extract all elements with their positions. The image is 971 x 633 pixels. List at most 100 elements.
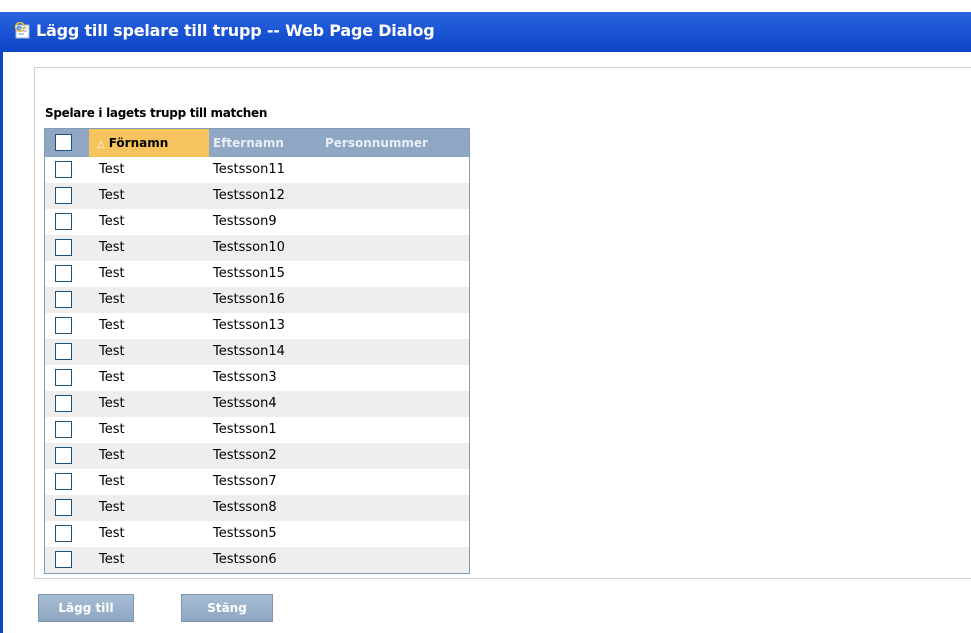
cell-lastname: Testsson16 xyxy=(213,292,285,307)
cell-firstname: Test xyxy=(99,266,125,281)
cell-firstname: Test xyxy=(99,422,125,437)
column-header-lastname[interactable]: Efternamn xyxy=(209,129,319,157)
grid-body: Test Testsson11 Test Testsson12 Test Testsson… xyxy=(45,157,469,573)
row-select-cell xyxy=(45,339,89,365)
header-select-all-cell xyxy=(45,129,89,157)
cell-firstname: Test xyxy=(99,162,125,177)
table-row[interactable]: Test Testsson1 xyxy=(45,417,469,443)
section-heading: Spelare i lagets trupp till matchen xyxy=(45,106,268,120)
row-checkbox[interactable] xyxy=(55,499,72,516)
table-row[interactable]: Test Testsson4 xyxy=(45,391,469,417)
cell-firstname: Test xyxy=(99,500,125,515)
cell-lastname: Testsson13 xyxy=(213,318,285,333)
background-page-strip xyxy=(0,0,971,12)
cell-lastname: Testsson15 xyxy=(213,266,285,281)
cell-personnummer xyxy=(319,183,469,209)
row-checkbox[interactable] xyxy=(55,369,72,386)
cell-firstname: Test xyxy=(99,448,125,463)
row-checkbox[interactable] xyxy=(55,265,72,282)
table-row[interactable]: Test Testsson12 xyxy=(45,183,469,209)
players-grid: △ Förnamn Efternamn Personnummer Test Test… xyxy=(44,128,470,574)
table-row[interactable]: Test Testsson14 xyxy=(45,339,469,365)
cell-lastname: Testsson11 xyxy=(213,162,285,177)
row-select-cell xyxy=(45,495,89,521)
dialog-title: Lägg till spelare till trupp -- Web Page… xyxy=(36,21,435,40)
cell-lastname: Testsson10 xyxy=(213,240,285,255)
row-checkbox[interactable] xyxy=(55,187,72,204)
ie-page-icon: e xyxy=(14,21,32,40)
row-checkbox[interactable] xyxy=(55,343,72,360)
cell-personnummer xyxy=(319,443,469,469)
cell-personnummer xyxy=(319,209,469,235)
row-select-cell xyxy=(45,469,89,495)
row-select-cell xyxy=(45,287,89,313)
dialog-titlebar[interactable]: e Lägg till spelare till trupp -- Web Pa… xyxy=(0,12,971,52)
column-header-label: Personnummer xyxy=(325,136,428,150)
cell-personnummer xyxy=(319,417,469,443)
row-checkbox[interactable] xyxy=(55,421,72,438)
table-row[interactable]: Test Testsson10 xyxy=(45,235,469,261)
row-checkbox[interactable] xyxy=(55,473,72,490)
close-button[interactable]: Stäng xyxy=(181,594,273,622)
cell-personnummer xyxy=(319,469,469,495)
row-checkbox[interactable] xyxy=(55,213,72,230)
row-select-cell xyxy=(45,417,89,443)
row-checkbox[interactable] xyxy=(55,161,72,178)
cell-personnummer xyxy=(319,261,469,287)
cell-lastname: Testsson9 xyxy=(213,214,277,229)
column-header-label: Efternamn xyxy=(213,136,284,150)
table-row[interactable]: Test Testsson6 xyxy=(45,547,469,573)
row-select-cell xyxy=(45,261,89,287)
cell-personnummer xyxy=(319,521,469,547)
row-select-cell xyxy=(45,547,89,573)
row-select-cell xyxy=(45,443,89,469)
cell-personnummer xyxy=(319,547,469,573)
column-header-firstname[interactable]: △ Förnamn xyxy=(89,129,209,157)
row-select-cell xyxy=(45,157,89,183)
table-row[interactable]: Test Testsson2 xyxy=(45,443,469,469)
cell-lastname: Testsson2 xyxy=(213,448,277,463)
cell-firstname: Test xyxy=(99,474,125,489)
cell-firstname: Test xyxy=(99,526,125,541)
table-row[interactable]: Test Testsson16 xyxy=(45,287,469,313)
cell-firstname: Test xyxy=(99,344,125,359)
table-row[interactable]: Test Testsson13 xyxy=(45,313,469,339)
cell-firstname: Test xyxy=(99,318,125,333)
row-select-cell xyxy=(45,183,89,209)
row-select-cell xyxy=(45,391,89,417)
table-row[interactable]: Test Testsson11 xyxy=(45,157,469,183)
column-header-personnummer[interactable]: Personnummer xyxy=(319,129,469,157)
table-row[interactable]: Test Testsson15 xyxy=(45,261,469,287)
sort-ascending-icon: △ xyxy=(97,139,105,150)
row-select-cell xyxy=(45,365,89,391)
cell-firstname: Test xyxy=(99,370,125,385)
cell-lastname: Testsson5 xyxy=(213,526,277,541)
cell-lastname: Testsson3 xyxy=(213,370,277,385)
table-row[interactable]: Test Testsson5 xyxy=(45,521,469,547)
cell-firstname: Test xyxy=(99,396,125,411)
cell-lastname: Testsson6 xyxy=(213,552,277,567)
table-row[interactable]: Test Testsson7 xyxy=(45,469,469,495)
cell-lastname: Testsson4 xyxy=(213,396,277,411)
grid-header: △ Förnamn Efternamn Personnummer xyxy=(45,129,469,157)
cell-personnummer xyxy=(319,391,469,417)
svg-text:e: e xyxy=(16,23,22,32)
add-button[interactable]: Lägg till xyxy=(38,594,134,622)
table-row[interactable]: Test Testsson3 xyxy=(45,365,469,391)
row-checkbox[interactable] xyxy=(55,317,72,334)
row-checkbox[interactable] xyxy=(55,525,72,542)
row-checkbox[interactable] xyxy=(55,447,72,464)
cell-personnummer xyxy=(319,365,469,391)
cell-personnummer xyxy=(319,157,469,183)
column-header-label: Förnamn xyxy=(108,136,169,150)
row-checkbox[interactable] xyxy=(55,551,72,568)
table-row[interactable]: Test Testsson9 xyxy=(45,209,469,235)
cell-personnummer xyxy=(319,287,469,313)
cell-personnummer xyxy=(319,495,469,521)
row-checkbox[interactable] xyxy=(55,291,72,308)
row-checkbox[interactable] xyxy=(55,239,72,256)
select-all-checkbox[interactable] xyxy=(55,134,72,151)
table-row[interactable]: Test Testsson8 xyxy=(45,495,469,521)
cell-lastname: Testsson12 xyxy=(213,188,285,203)
row-checkbox[interactable] xyxy=(55,395,72,412)
